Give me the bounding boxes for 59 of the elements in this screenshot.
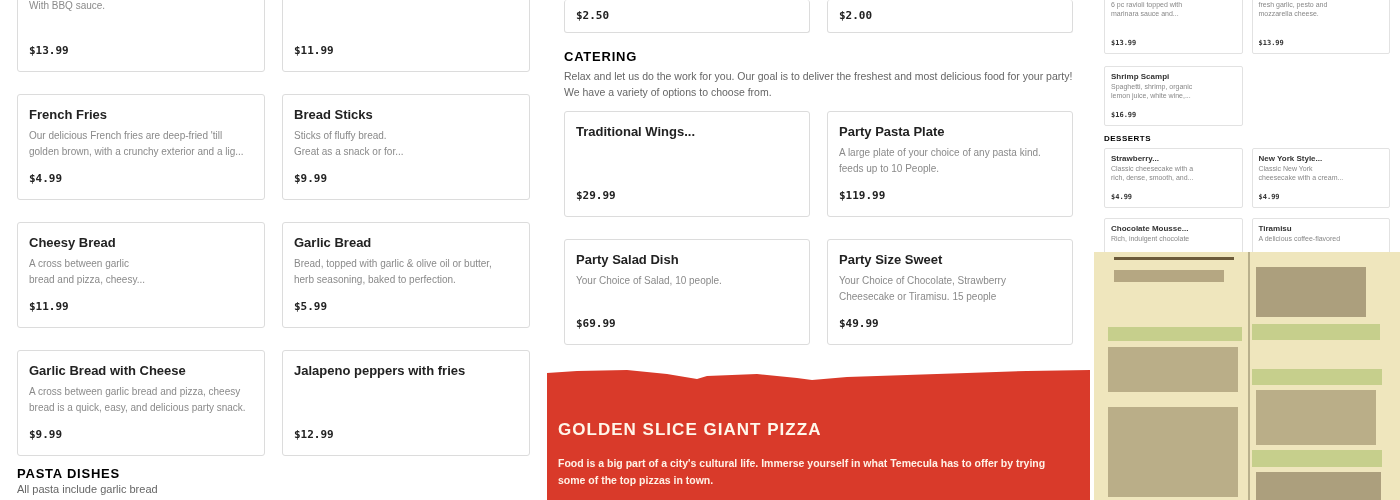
dish-description: A cross between garlic bread and pizza, cheesy bread is a quick, easy, and delicious party snack.	[29, 385, 247, 415]
menu-card[interactable]: Jalapeno peppers with fries $12.99	[282, 350, 530, 456]
menu-card[interactable]: $2.50	[564, 0, 810, 33]
section-description: Relax and let us do the work for you. Our goal is to deliver the freshest and most delicious food for your party! We have a variety of options to choose from.	[564, 69, 1073, 100]
dish-price: $5.99	[294, 298, 329, 315]
dish-title: Traditional Wings...	[576, 123, 697, 141]
dish-description: A large plate of your choice of any pasta kind. feeds up to 10 People.	[839, 146, 1042, 176]
dish-title: Party Salad Dish	[576, 251, 680, 269]
dish-title: Party Size Sweet	[839, 251, 944, 269]
dish-price: $12.99	[294, 426, 335, 443]
dish-title: Strawberry...	[1111, 154, 1160, 164]
dish-description: With BBQ sauce.	[29, 0, 107, 13]
dish-title: Tiramisu	[1258, 224, 1293, 234]
menu-card[interactable]: $11.99	[282, 0, 530, 72]
menu-card[interactable]: Garlic Bread Bread, topped with garlic & olive oil or butter, herb seasoning, baked to perfection. $5.99	[282, 222, 530, 328]
dish-title: Party Pasta Plate	[839, 123, 946, 141]
dish-price: $13.99	[29, 42, 70, 59]
menu-card[interactable]: With BBQ sauce. $13.99	[17, 0, 265, 72]
menu-card[interactable]: Party Salad Dish Your Choice of Salad, 10 people. $69.99	[564, 239, 810, 345]
section-heading: DESSERTS	[1104, 134, 1152, 144]
menu-card[interactable]: Party Pasta Plate A large plate of your choice of any pasta kind. feeds up to 10 People. $119.99	[827, 111, 1073, 217]
menu-card[interactable]: Cheesy Bread A cross between garlic bread and pizza, cheesy... $11.99	[17, 222, 265, 328]
dish-title: Cheesy Bread	[29, 234, 117, 252]
dish-title: Shrimp Scampi	[1111, 72, 1171, 82]
dish-price: $119.99	[839, 187, 887, 204]
dish-description: A cross between garlic bread and pizza, cheesy...	[29, 257, 146, 287]
dish-description: Your Choice of Chocolate, Strawberry Cheesecake or Tiramisu. 15 people	[839, 274, 1007, 304]
dish-description: Our delicious French fries are deep-fried 'till golden brown, with a crunchy exterior and a lig...	[29, 129, 245, 159]
section-description: All pasta include garlic bread	[17, 483, 159, 496]
dish-title: Chocolate Mousse...	[1111, 224, 1190, 234]
banner-text: Food is a big part of a city's cultural life. Immerse yourself in what Temecula has to offer by trying some of the top pizzas in town.	[558, 456, 1046, 488]
dish-price: $9.99	[294, 170, 329, 187]
menu-card[interactable]: Garlic Bread with Cheese A cross between garlic bread and pizza, cheesy bread is a quick, easy, and delicious party snack. $9.99	[17, 350, 265, 456]
menu-card[interactable]: Bread Sticks Sticks of fluffy bread. Great as a snack or for... $9.99	[282, 94, 530, 200]
dish-title: Jalapeno peppers with fries	[294, 362, 467, 380]
section-heading: PASTA DISHES	[17, 466, 122, 482]
menu-card[interactable]: $2.00	[827, 0, 1073, 33]
dish-price: $69.99	[576, 315, 617, 332]
dish-description: Your Choice of Salad, 10 people.	[576, 274, 723, 288]
dish-price: $4.99	[29, 170, 64, 187]
dish-price: $11.99	[29, 298, 70, 315]
menu-card[interactable]: French Fries Our delicious French fries are deep-fried 'till golden brown, with a crunchy exterior and a lig... $4.99	[17, 94, 265, 200]
menu-card[interactable]: Traditional Wings... $29.99	[564, 111, 810, 217]
menu-card[interactable]: Party Size Sweet Your Choice of Chocolate, Strawberry Cheesecake or Tiramisu. 15 people $49.99	[827, 239, 1073, 345]
section-heading: CATERING	[564, 49, 639, 65]
dish-title: French Fries	[29, 106, 109, 124]
dish-description: Sticks of fluffy bread. Great as a snack or for...	[294, 129, 405, 159]
banner-heading: GOLDEN SLICE GIANT PIZZA	[558, 419, 823, 441]
dish-description: Bread, topped with garlic & olive oil or butter, herb seasoning, baked to perfection.	[294, 257, 493, 287]
dish-title: Bread Sticks	[294, 106, 374, 124]
dish-price: $49.99	[839, 315, 880, 332]
dish-title: Garlic Bread with Cheese	[29, 362, 187, 380]
dish-price: $29.99	[576, 187, 617, 204]
dish-price: $2.50	[576, 9, 610, 22]
dish-price: $2.00	[839, 9, 873, 22]
dish-title: Garlic Bread	[294, 234, 373, 252]
dish-price: $11.99	[294, 42, 335, 59]
dish-title: New York Style...	[1258, 154, 1324, 164]
dish-price: $9.99	[29, 426, 64, 443]
